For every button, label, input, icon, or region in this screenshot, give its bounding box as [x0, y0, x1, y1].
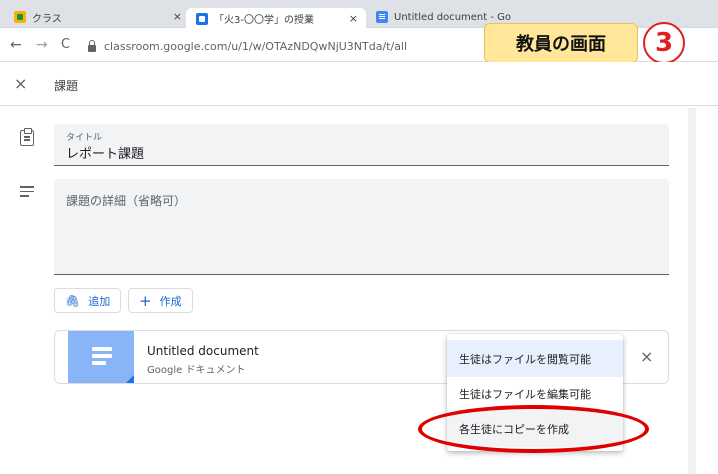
classroom-icon [14, 11, 26, 23]
docs-icon [376, 11, 388, 23]
attachment-type: Google ドキュメント [147, 365, 246, 376]
back-arrow-icon[interactable]: ← [10, 37, 22, 53]
close-icon[interactable]: × [14, 74, 27, 93]
menu-item-label: 生徒はファイルを閲覧可能 [459, 352, 591, 366]
add-button-label: 追加 [88, 294, 111, 308]
document-thumbnail [68, 331, 134, 383]
description-field[interactable]: 課題の詳細（省略可） [54, 179, 669, 275]
add-button[interactable]: 🖇︎ 追加 [54, 288, 122, 313]
lock-icon [88, 39, 96, 52]
thumbnail-corner [124, 375, 134, 383]
paperclip-icon: 🖇︎ [65, 293, 81, 308]
tab-label: 「火3-〇〇学」の授業 [214, 15, 314, 26]
highlight-ellipse [418, 405, 649, 453]
tab-lesson[interactable]: 「火3-〇〇学」の授業 × [186, 8, 366, 29]
description-placeholder: 課題の詳細（省略可） [66, 194, 187, 208]
clipboard-icon [20, 128, 34, 146]
tab-classes[interactable]: クラス × [4, 6, 190, 28]
step-number-badge: 3 [643, 22, 685, 64]
notes-icon [20, 186, 34, 197]
menu-item-view-only[interactable]: 生徒はファイルを閲覧可能 [447, 340, 623, 377]
remove-attachment-icon[interactable]: × [640, 347, 653, 366]
docs-icon [92, 347, 112, 368]
classroom-icon [196, 12, 208, 25]
close-tab-icon[interactable]: × [349, 12, 358, 25]
title-field[interactable]: タイトル レポート課題 [54, 124, 669, 166]
teacher-screen-label: 教員の画面 [484, 23, 638, 63]
tab-label: クラス [32, 13, 62, 25]
plus-icon: + [139, 291, 152, 310]
url-text: classroom.google.com/u/1/w/OTAzNDQwNjU3N… [104, 39, 408, 53]
tab-label: Untitled document - Go [394, 11, 512, 23]
url-field[interactable]: classroom.google.com/u/1/w/OTAzNDQwNjU3N… [88, 37, 407, 55]
close-tab-icon[interactable]: × [173, 10, 182, 23]
title-field-value: レポート課題 [66, 147, 145, 162]
page-title: 課題 [54, 79, 79, 93]
menu-item-label: 生徒はファイルを編集可能 [459, 387, 591, 401]
forward-arrow-icon[interactable]: → [36, 37, 48, 53]
create-button[interactable]: + 作成 [128, 288, 193, 313]
attachment-title: Untitled document [147, 344, 259, 358]
create-button-label: 作成 [159, 294, 182, 308]
assignment-header: × 課題 [0, 62, 718, 106]
scrollbar[interactable] [688, 108, 696, 474]
title-field-label: タイトル [66, 133, 103, 143]
reload-icon[interactable]: C [61, 37, 70, 52]
